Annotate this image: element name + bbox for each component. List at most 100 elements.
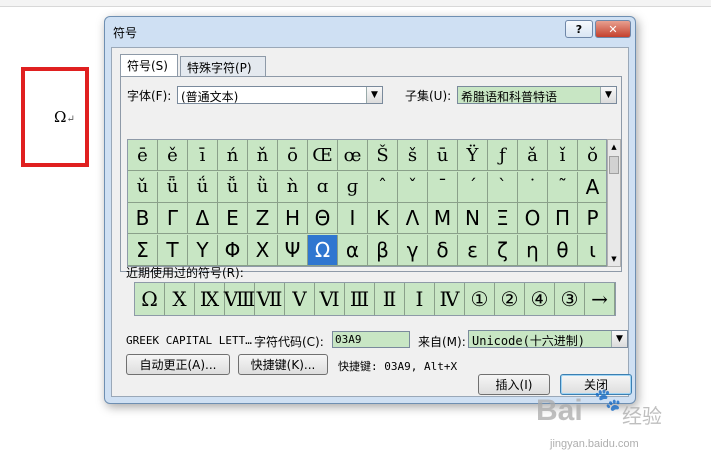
symbol-cell[interactable]: Ε [218,203,248,234]
recent-symbol-cell[interactable]: Ⅶ [255,283,285,315]
symbol-cell[interactable]: ō [278,140,308,171]
symbol-cell[interactable]: œ [338,140,368,171]
symbol-cell[interactable]: Ι [338,203,368,234]
recent-symbol-cell[interactable]: Ⅹ [165,283,195,315]
recent-symbol-cell[interactable]: ③ [555,283,585,315]
recent-symbol-cell[interactable]: Ⅸ [195,283,225,315]
symbol-cell[interactable]: α [338,234,368,266]
scroll-thumb[interactable] [609,156,619,174]
symbol-cell[interactable]: ˉ [428,171,458,203]
symbol-cell[interactable]: Œ [308,140,338,171]
symbol-cell[interactable]: η [518,234,548,266]
symbol-cell[interactable]: ǎ [518,140,548,171]
symbol-cell[interactable]: ǖ [158,171,188,203]
symbol-cell[interactable]: ˊ [458,171,488,203]
recent-symbol-cell[interactable]: ② [495,283,525,315]
symbol-cell[interactable]: ǐ [548,140,578,171]
symbol-cell[interactable]: Α [578,171,608,203]
symbol-cell[interactable]: Φ [218,234,248,266]
symbol-cell[interactable]: Υ [188,234,218,266]
symbol-cell[interactable]: ˜ [548,171,578,203]
symbol-cell[interactable]: ě [158,140,188,171]
symbol-cell[interactable]: Ÿ [458,140,488,171]
font-select-value: (普通文本) [181,90,239,104]
symbol-cell[interactable]: ˙ [518,171,548,203]
symbol-cell[interactable]: Γ [158,203,188,234]
char-code-input[interactable]: 03A9 [332,331,410,348]
recent-symbol-cell[interactable]: Ⅰ [405,283,435,315]
symbol-cell[interactable]: γ [398,234,428,266]
symbol-cell[interactable]: ˆ [368,171,398,203]
symbol-cell[interactable]: ǚ [218,171,248,203]
symbol-cell[interactable]: Ρ [578,203,608,234]
symbol-cell[interactable]: ˇ [398,171,428,203]
symbol-cell[interactable]: ɡ [338,171,368,203]
symbol-cell[interactable]: ɑ [308,171,338,203]
recent-symbol-cell[interactable]: Ω [135,283,165,315]
symbol-cell[interactable]: δ [428,234,458,266]
symbol-cell[interactable]: ˋ [488,171,518,203]
recent-symbol-cell[interactable]: Ⅳ [435,283,465,315]
symbol-cell[interactable]: Ν [458,203,488,234]
symbol-cell[interactable]: Ξ [488,203,518,234]
symbol-cell[interactable]: Μ [428,203,458,234]
symbol-cell[interactable]: Η [278,203,308,234]
symbol-cell[interactable]: Λ [398,203,428,234]
recent-symbol-cell[interactable]: ① [465,283,495,315]
character-name: GREEK CAPITAL LETT… [126,334,252,347]
shortcut-key-button[interactable]: 快捷键(K)... [238,354,328,375]
recent-symbol-cell[interactable]: Ⅲ [345,283,375,315]
symbol-cell[interactable]: Σ [128,234,158,266]
symbol-cell[interactable]: š [398,140,428,171]
paw-icon: 🐾 [594,388,622,413]
symbol-cell[interactable]: Ψ [278,234,308,266]
symbol-cell[interactable]: Δ [188,203,218,234]
document-text[interactable]: Ω↵ [54,108,75,126]
recent-symbol-cell[interactable]: Ⅷ [224,283,255,315]
tab-symbols[interactable]: 符号(S) [120,54,178,76]
symbol-cell[interactable]: Χ [248,234,278,266]
symbol-cell[interactable]: Β [128,203,158,234]
recent-symbol-cell[interactable]: ④ [525,283,555,315]
scroll-up-icon[interactable]: ▲ [608,140,620,154]
symbol-cell[interactable]: ι [578,234,608,266]
symbol-cell[interactable]: Π [548,203,578,234]
autocorrect-button[interactable]: 自动更正(A)... [126,354,230,375]
symbol-cell[interactable]: ǔ [128,171,158,203]
symbol-cell[interactable]: Ω [308,234,338,266]
symbol-cell[interactable]: ǒ [578,140,608,171]
recent-symbol-cell[interactable]: → [585,283,615,315]
symbol-cell[interactable]: ū [428,140,458,171]
symbol-cell[interactable]: ī [188,140,218,171]
tab-special-characters[interactable]: 特殊字符(P) [180,56,266,76]
symbol-cell[interactable]: ƒ [488,140,518,171]
symbol-cell[interactable]: ń [218,140,248,171]
font-select[interactable]: (普通文本) ▼ [177,86,383,104]
symbol-cell[interactable]: ǜ [248,171,278,203]
close-window-button[interactable]: ✕ [595,20,631,38]
recent-symbol-cell[interactable]: Ⅱ [375,283,405,315]
symbol-cell[interactable]: ē [128,140,158,171]
symbol-cell[interactable]: Ζ [248,203,278,234]
symbols-panel: 字体(F): (普通文本) ▼ 子集(U): 希腊语和科普特语 ▼ ēěīńňō… [120,76,622,272]
symbol-cell[interactable]: ǘ [188,171,218,203]
dialog-titlebar[interactable]: 符号 ? ✕ [105,17,635,45]
scroll-down-icon[interactable]: ▼ [608,252,620,266]
symbol-cell[interactable]: Κ [368,203,398,234]
help-button[interactable]: ? [565,20,593,38]
grid-scrollbar[interactable]: ▲ ▼ [607,139,621,267]
symbol-cell[interactable]: ε [458,234,488,266]
recent-symbol-cell[interactable]: Ⅵ [315,283,345,315]
symbol-cell[interactable]: β [368,234,398,266]
symbol-cell[interactable]: Ο [518,203,548,234]
symbol-cell[interactable]: Θ [308,203,338,234]
symbol-cell[interactable]: Š [368,140,398,171]
symbol-cell[interactable]: ζ [488,234,518,266]
symbol-cell[interactable]: θ [548,234,578,266]
symbol-cell[interactable]: ǹ [278,171,308,203]
symbol-cell[interactable]: Τ [158,234,188,266]
recent-symbol-cell[interactable]: Ⅴ [285,283,315,315]
subset-select[interactable]: 希腊语和科普特语 ▼ [457,86,617,104]
from-select[interactable]: Unicode(十六进制) ▼ [468,330,628,348]
symbol-cell[interactable]: ň [248,140,278,171]
